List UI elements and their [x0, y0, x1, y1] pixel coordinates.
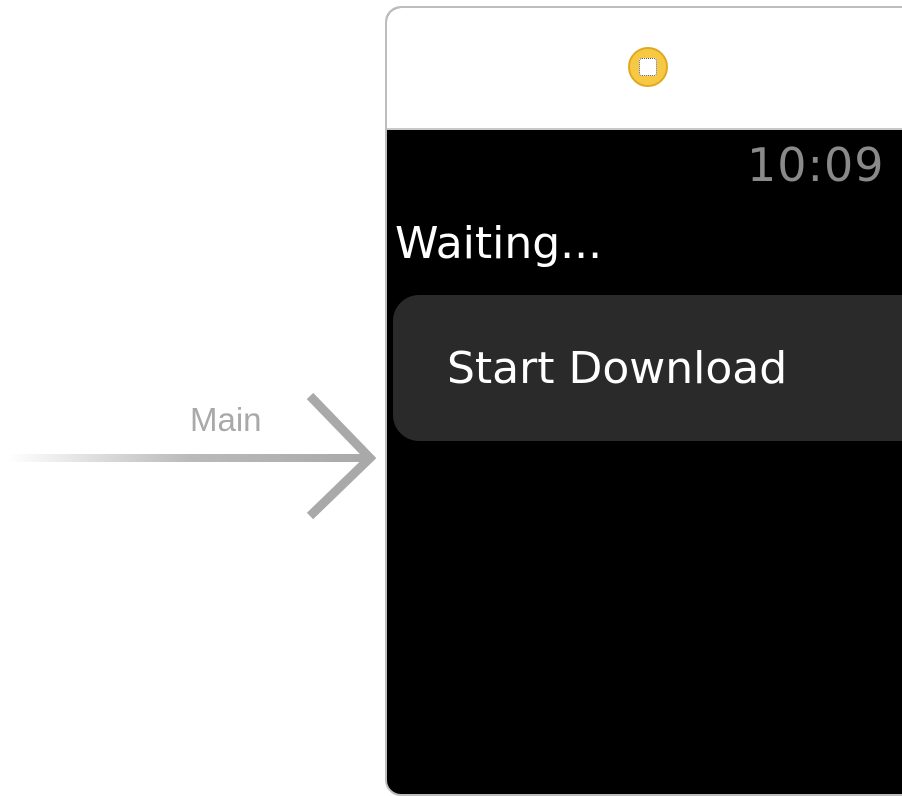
- interface-controller-scene[interactable]: 10:09 Waiting... Start Download: [385, 6, 902, 796]
- status-time: 10:09: [747, 138, 885, 192]
- entry-point-label: Main: [190, 401, 262, 438]
- interface-controller-icon[interactable]: [628, 47, 668, 87]
- entry-arrow-shaft: [8, 454, 370, 462]
- waiting-label[interactable]: Waiting...: [395, 218, 602, 269]
- scene-header: [387, 8, 902, 130]
- controller-icon-glyph: [639, 58, 657, 76]
- start-download-button[interactable]: Start Download: [393, 295, 902, 441]
